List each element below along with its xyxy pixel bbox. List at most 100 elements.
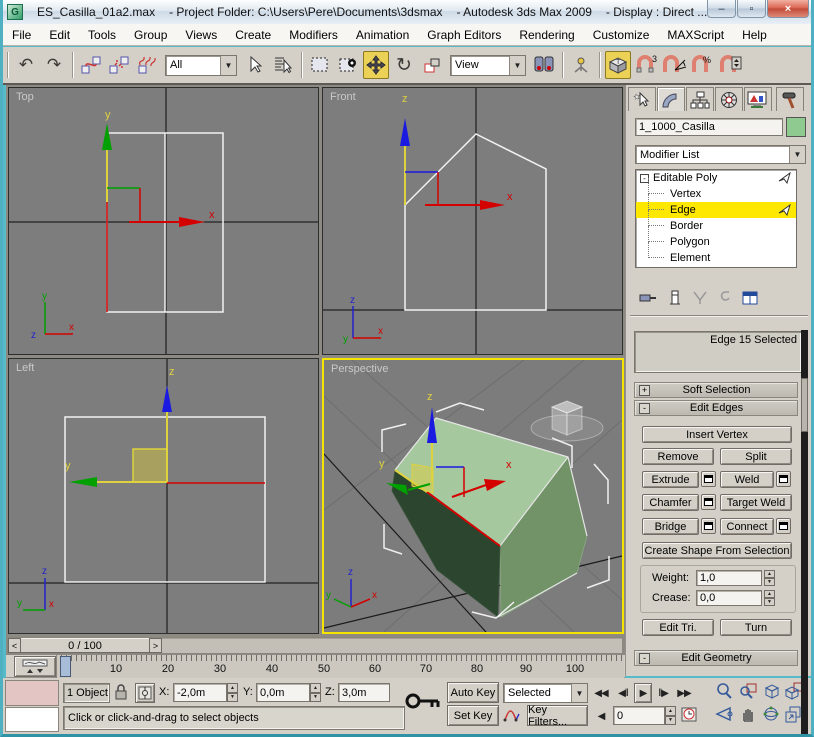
y-coordinate-input[interactable]	[256, 683, 310, 702]
viewport-top-label[interactable]: Top	[16, 91, 34, 103]
previous-frame-button[interactable]: ◀‖	[615, 684, 631, 702]
viewport-perspective-label[interactable]: Perspective	[331, 363, 388, 375]
y-coordinate-spinner[interactable]: ▲ ▼	[310, 683, 321, 702]
default-in-out-tangents-button[interactable]	[503, 706, 523, 726]
command-panel-scrollbar[interactable]	[801, 330, 808, 734]
spinner-snap-toggle[interactable]	[717, 51, 743, 79]
select-and-move-button[interactable]	[363, 51, 389, 79]
menu-animation[interactable]: Animation	[347, 26, 418, 44]
create-shape-from-selection-button[interactable]: Create Shape From Selection	[642, 542, 792, 559]
rectangular-selection-region-button[interactable]	[307, 51, 333, 79]
x-coordinate-input[interactable]	[173, 683, 227, 702]
make-unique-icon[interactable]	[692, 290, 708, 306]
keyboard-shortcut-override-toggle[interactable]: T	[605, 51, 631, 79]
current-frame-marker[interactable]	[60, 656, 71, 677]
percent-snap-toggle[interactable]: %	[689, 51, 715, 79]
viewport-top[interactable]: Top y x y x z	[8, 87, 319, 355]
collapse-icon[interactable]: -	[639, 402, 650, 414]
bridge-settings-button[interactable]	[701, 518, 716, 534]
menu-create[interactable]: Create	[226, 26, 280, 44]
turn-button[interactable]: Turn	[720, 619, 792, 636]
target-weld-button[interactable]: Target Weld	[720, 494, 792, 511]
scrollbar-thumb[interactable]	[801, 378, 808, 432]
select-and-link-icon[interactable]	[78, 51, 104, 79]
arc-rotate-button[interactable]	[762, 705, 782, 725]
connect-button[interactable]: Connect	[720, 518, 774, 535]
edit-tri-button[interactable]: Edit Tri.	[642, 619, 714, 636]
connect-settings-button[interactable]	[776, 518, 791, 534]
open-mini-curve-editor-button[interactable]	[14, 656, 56, 677]
menu-group[interactable]: Group	[125, 26, 176, 44]
frame-spinner[interactable]: ▲ ▼	[665, 706, 676, 725]
insert-vertex-button[interactable]: Insert Vertex	[642, 426, 792, 443]
menu-views[interactable]: Views	[176, 26, 226, 44]
bridge-button[interactable]: Bridge	[642, 518, 699, 535]
dropdown-arrow-icon[interactable]: ▼	[509, 55, 525, 75]
selection-filter-dropdown[interactable]: All ▼	[165, 54, 237, 76]
extrude-settings-button[interactable]	[701, 471, 716, 487]
next-frame-button[interactable]: ‖▶	[655, 684, 671, 702]
weld-button[interactable]: Weld	[720, 471, 774, 488]
object-color-swatch[interactable]	[786, 117, 806, 137]
object-name-input[interactable]	[635, 118, 783, 136]
collapse-icon[interactable]: -	[639, 652, 650, 664]
select-object-button[interactable]	[242, 51, 268, 79]
time-slider-handle[interactable]: < 0 / 100 >	[8, 638, 162, 653]
rollout-edit-geometry[interactable]: - Edit Geometry	[634, 650, 798, 666]
time-slider-track[interactable]: < 0 / 100 >	[7, 637, 623, 654]
snaps-toggle-3d[interactable]: 3	[633, 51, 659, 79]
dropdown-arrow-icon[interactable]: ▼	[220, 55, 236, 75]
tab-hierarchy[interactable]	[686, 87, 714, 111]
auto-key-button[interactable]: Auto Key	[447, 682, 499, 703]
zoom-all-button[interactable]	[739, 682, 759, 702]
current-frame-input[interactable]	[613, 706, 665, 725]
reference-coordinate-system-dropdown[interactable]: View ▼	[450, 54, 526, 76]
menu-customize[interactable]: Customize	[584, 26, 659, 44]
select-and-rotate-button[interactable]: ↻	[391, 51, 417, 79]
go-to-start-button[interactable]: ◀◀	[592, 684, 610, 702]
redo-button[interactable]: ↷	[41, 51, 67, 79]
tab-utilities[interactable]	[776, 87, 804, 111]
weld-settings-button[interactable]	[776, 471, 791, 487]
menu-maxscript[interactable]: MAXScript	[658, 26, 733, 44]
undo-button[interactable]: ↶	[13, 51, 39, 79]
weight-spinner[interactable]: ▲ ▼	[764, 570, 775, 586]
chamfer-settings-button[interactable]	[701, 494, 716, 510]
angle-snap-toggle[interactable]	[661, 51, 687, 79]
menu-edit[interactable]: Edit	[40, 26, 79, 44]
time-slider-prev-nub[interactable]: <	[8, 638, 21, 653]
extrude-button[interactable]: Extrude	[642, 471, 699, 488]
play-button[interactable]: ▶	[634, 683, 652, 703]
menu-tools[interactable]: Tools	[79, 26, 125, 44]
x-coordinate-spinner[interactable]: ▲ ▼	[227, 683, 238, 702]
show-end-result-icon[interactable]	[668, 289, 682, 307]
viewport-left-label[interactable]: Left	[16, 362, 34, 374]
z-coordinate-input[interactable]	[338, 683, 390, 702]
rollout-soft-selection[interactable]: + Soft Selection	[634, 382, 798, 398]
crease-spinner[interactable]: ▲ ▼	[764, 590, 775, 606]
weight-input[interactable]	[696, 570, 762, 586]
window-crossing-toggle[interactable]	[335, 51, 361, 79]
tab-modify[interactable]	[657, 87, 685, 111]
rollout-edit-edges[interactable]: - Edit Edges	[634, 400, 798, 416]
menu-file[interactable]: File	[3, 26, 40, 44]
crease-input[interactable]	[696, 590, 762, 606]
maximize-button[interactable]: ▫	[737, 0, 766, 18]
viewport-front[interactable]: Front z x z x y	[322, 87, 623, 355]
key-mode-dropdown[interactable]: Selected ▼	[503, 683, 588, 703]
viewport-left[interactable]: Left z y z y x	[8, 358, 319, 634]
remove-button[interactable]: Remove	[642, 448, 714, 465]
tab-create[interactable]	[628, 87, 656, 111]
menu-help[interactable]: Help	[733, 26, 776, 44]
bind-to-space-warp-icon[interactable]	[134, 51, 160, 79]
stack-row-element[interactable]: Element	[636, 242, 796, 266]
chamfer-button[interactable]: Chamfer	[642, 494, 699, 511]
split-button[interactable]: Split	[720, 448, 792, 465]
set-key-button[interactable]: Set Key	[447, 705, 499, 726]
unlink-selection-icon[interactable]	[106, 51, 132, 79]
pin-stack-icon[interactable]	[638, 290, 658, 306]
remove-modifier-icon[interactable]	[718, 290, 732, 306]
tab-display[interactable]	[744, 87, 772, 111]
viewport-front-label[interactable]: Front	[330, 91, 356, 103]
use-pivot-point-center-button[interactable]	[531, 51, 557, 79]
